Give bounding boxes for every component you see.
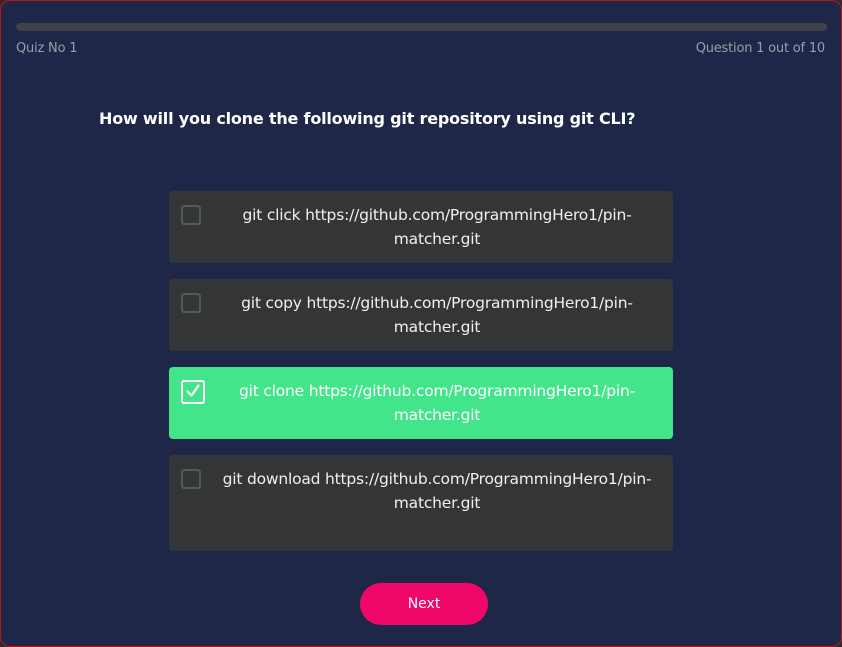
quiz-number-label: Quiz No 1 bbox=[16, 41, 78, 56]
answer-option-click[interactable]: git click https://github.com/Programming… bbox=[169, 191, 673, 263]
question-counter: Question 1 out of 10 bbox=[695, 41, 826, 56]
option-label: git clone https://github.com/Programming… bbox=[238, 382, 636, 424]
option-label: git download https://github.com/Programm… bbox=[222, 470, 652, 512]
option-checkbox-checked[interactable] bbox=[181, 380, 205, 404]
option-checkbox[interactable] bbox=[181, 205, 201, 225]
option-checkbox[interactable] bbox=[181, 293, 201, 313]
question-text: How will you clone the following git rep… bbox=[99, 109, 636, 128]
option-label: git click https://github.com/Programming… bbox=[242, 206, 632, 248]
next-button[interactable]: Next bbox=[360, 583, 488, 625]
answer-option-download[interactable]: git download https://github.com/Programm… bbox=[169, 455, 673, 551]
answer-options: git click https://github.com/Programming… bbox=[169, 191, 673, 567]
option-label: git copy https://github.com/ProgrammingH… bbox=[241, 294, 633, 336]
answer-option-copy[interactable]: git copy https://github.com/ProgrammingH… bbox=[169, 279, 673, 351]
check-icon bbox=[186, 384, 200, 397]
answer-option-clone[interactable]: git clone https://github.com/Programming… bbox=[169, 367, 673, 439]
option-checkbox[interactable] bbox=[181, 469, 201, 489]
quiz-window: Quiz No 1 Question 1 out of 10 How will … bbox=[0, 0, 842, 647]
progress-bar bbox=[16, 23, 827, 31]
